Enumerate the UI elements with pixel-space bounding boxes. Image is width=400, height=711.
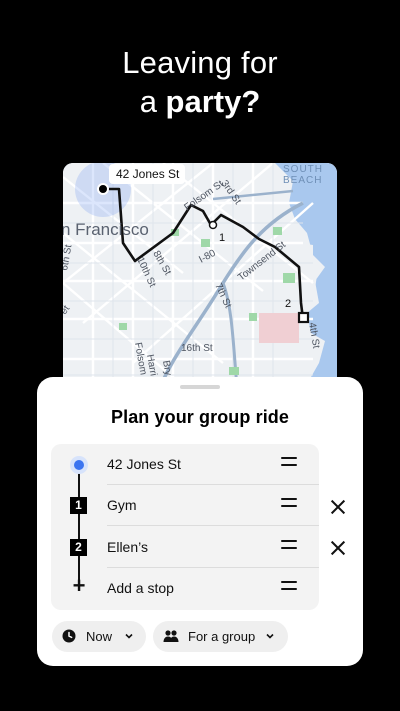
route-map[interactable]: 42 Jones St n Francisco SOUTH BEACH 3rd … [63, 163, 337, 403]
group-ride-sheet: Plan your group ride 42 Jones St 1 Gym 2… [37, 377, 363, 666]
stop-label: Add a stop [107, 580, 174, 596]
headline: Leaving for a party? [0, 44, 400, 121]
drag-handle-icon[interactable] [281, 457, 297, 471]
drag-handle-icon[interactable] [281, 540, 297, 554]
pickup-time-chip[interactable]: Now [52, 621, 146, 652]
stop-number-badge: 1 [70, 497, 87, 514]
rider-type-chip[interactable]: For a group [153, 621, 288, 652]
drag-handle-icon[interactable] [281, 498, 297, 512]
stop-row-2[interactable]: 2 Ellen’s [51, 527, 319, 568]
map-label-south: SOUTH [283, 164, 323, 175]
divider [107, 525, 319, 526]
drag-handle-icon[interactable] [281, 581, 297, 595]
headline-line-1: Leaving for [122, 45, 278, 80]
rider-type-label: For a group [188, 629, 256, 644]
stop-label: Ellen’s [107, 539, 148, 555]
map-stop-1-label: 1 [219, 232, 225, 244]
stops-list: 42 Jones St 1 Gym 2 Ellen’s + Add a stop [51, 444, 319, 610]
map-graphic: 42 Jones St n Francisco SOUTH BEACH 3rd … [63, 163, 337, 403]
map-stop-2-label: 2 [285, 298, 291, 310]
remove-stop-1-close-icon[interactable] [329, 498, 347, 516]
stop-label: 42 Jones St [107, 456, 181, 472]
plus-icon: + [72, 573, 86, 598]
chevron-down-icon [125, 633, 133, 639]
sheet-title: Plan your group ride [110, 407, 290, 427]
add-stop-row[interactable]: + Add a stop [51, 568, 319, 609]
chevron-down-icon [266, 633, 274, 639]
headline-prefix: a [139, 84, 166, 119]
group-icon [163, 630, 179, 642]
origin-location-icon [70, 456, 88, 474]
stop-number-badge: 2 [70, 539, 87, 556]
headline-line-2: a party? [0, 83, 400, 121]
stop-row-origin[interactable]: 42 Jones St [51, 444, 319, 485]
sheet-grabber[interactable] [180, 385, 220, 389]
pickup-time-label: Now [86, 629, 113, 644]
headline-emphasis: party? [165, 84, 261, 119]
map-label-address: 42 Jones St [116, 167, 180, 181]
remove-stop-2-close-icon[interactable] [329, 539, 347, 557]
stop-row-1[interactable]: 1 Gym [51, 485, 319, 526]
stop-label: Gym [107, 497, 137, 513]
map-label-beach: BEACH [283, 175, 322, 186]
map-label-16th-st: 16th St [181, 343, 213, 354]
clock-icon [62, 629, 76, 643]
map-label-area: n Francisco [63, 220, 149, 239]
